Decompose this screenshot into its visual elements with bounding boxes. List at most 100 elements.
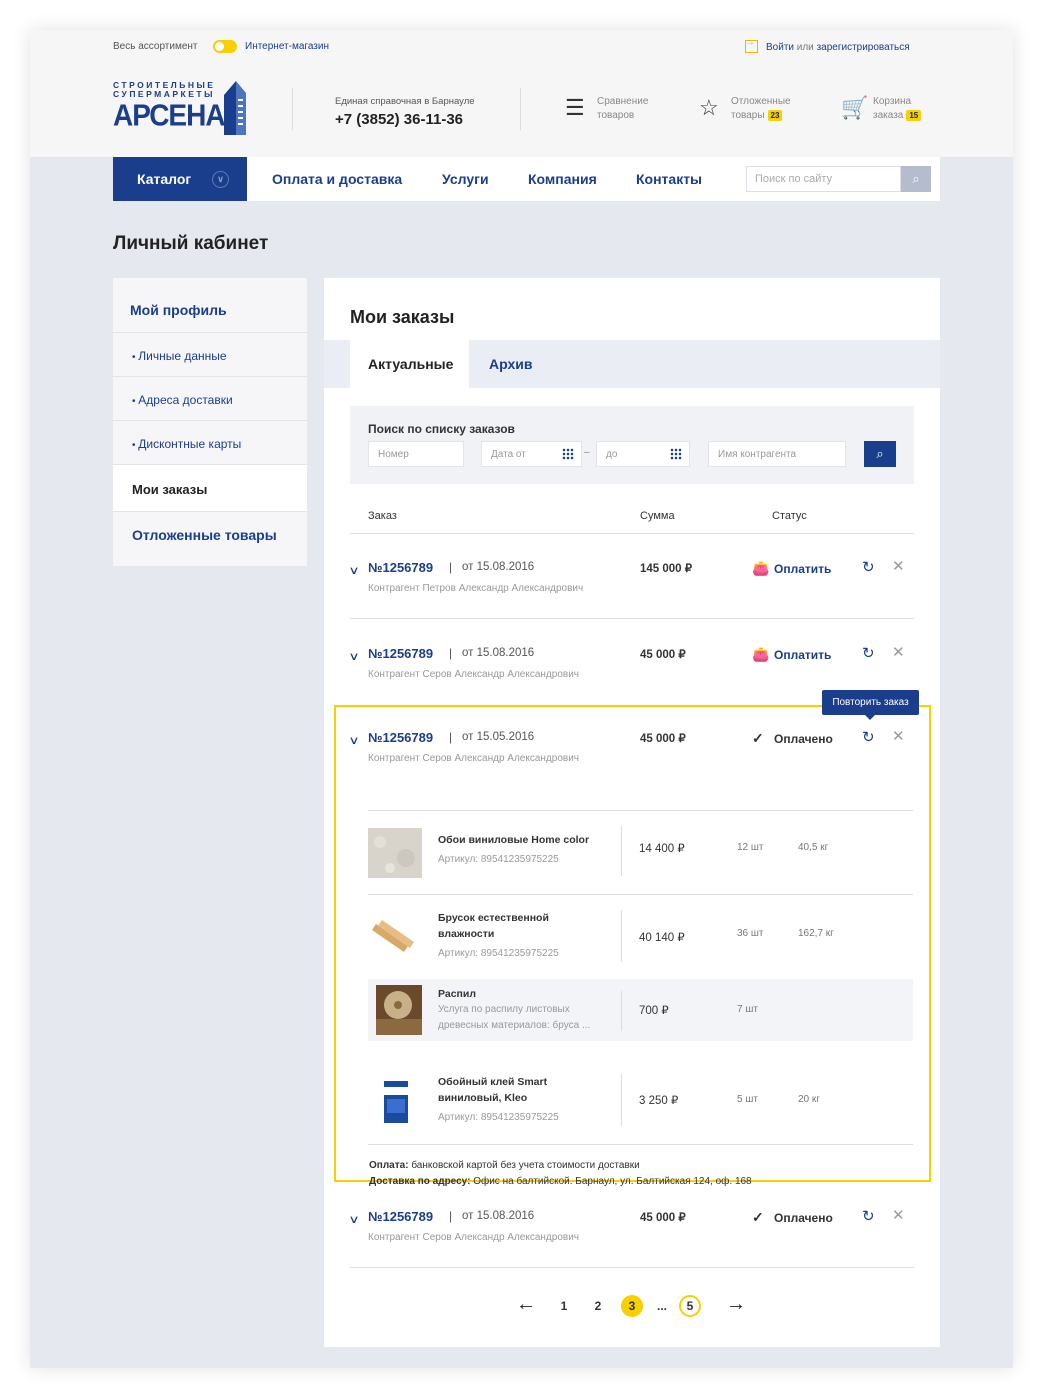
close-icon[interactable]: ✕ [892, 727, 905, 745]
arrow-left-icon[interactable]: ← [516, 1293, 536, 1316]
divider [621, 1074, 622, 1126]
repeat-icon[interactable]: ↻ [862, 644, 875, 662]
page-ellipsis: ... [656, 1299, 667, 1313]
order-sum: 45 000 ₽ [640, 1212, 686, 1224]
login-link[interactable]: Войти [766, 42, 794, 53]
page-link-2[interactable]: 2 [587, 1295, 609, 1317]
order-sum: 45 000 ₽ [640, 649, 686, 661]
counterparty-input[interactable]: Имя контрагента [708, 441, 846, 467]
catalog-button[interactable]: Каталог ∨ [113, 157, 247, 201]
order-date: от 15.08.2016 [462, 561, 535, 573]
date-from-input[interactable]: Дата от [481, 441, 582, 467]
compare-link[interactable]: ☰ Сравнение товаров [565, 95, 648, 123]
date-from-placeholder: Дата от [491, 449, 526, 460]
star-icon: ☆ [699, 95, 719, 120]
column-sum: Сумма [640, 510, 675, 522]
order-counterparty: Контрагент Петров Александр Александрови… [368, 583, 584, 594]
tab-current[interactable]: Актуальные [350, 340, 469, 388]
orders-panel: Мои заказы Актуальные Архив Поиск по спи… [324, 278, 940, 1347]
chevron-down-icon[interactable]: ∨ [348, 734, 359, 747]
assortment-toggle[interactable] [213, 40, 237, 53]
chevron-down-icon[interactable]: ∨ [348, 650, 359, 663]
pay-button[interactable]: 👛 Оплатить [752, 646, 831, 663]
page-link-1[interactable]: 1 [553, 1295, 575, 1317]
divider [520, 88, 521, 130]
order-number-input[interactable]: Номер [368, 441, 464, 467]
date-to-input[interactable]: до [596, 441, 690, 467]
close-icon[interactable]: ✕ [892, 557, 905, 575]
order-counterparty: Контрагент Серов Александр Александрович [368, 753, 579, 764]
sidebar-item-discount-cards[interactable]: Дисконтные карты [113, 421, 307, 465]
arrow-right-icon[interactable]: → [726, 1293, 746, 1316]
paid-status: ✓ Оплачено [752, 730, 833, 747]
compare-label-2: товаров [597, 110, 635, 121]
header: СТРОИТЕЛЬНЫЕ СУПЕРМАРКЕТЫ АРСЕНАЛ Единая… [30, 64, 1013, 157]
nav-link-company[interactable]: Компания [528, 171, 597, 187]
sidebar-item-orders[interactable]: Мои заказы [113, 465, 307, 512]
order-number[interactable]: №1256789 [368, 730, 433, 745]
nav-link-services[interactable]: Услуги [442, 171, 489, 187]
top-bar: Весь ассортимент Интернет-магазин Войти … [30, 30, 1013, 64]
order-separator: | [449, 560, 453, 574]
delivery-value: Офис на балтийской. Барнаул, ул. Балтийс… [473, 1176, 752, 1187]
sidebar-item-profile[interactable]: Мой профиль [113, 278, 307, 333]
divider [368, 1144, 913, 1145]
or-label: или [796, 42, 814, 53]
sidebar-item-postponed[interactable]: Отложенные товары [113, 512, 307, 566]
sidebar: Мой профиль Личные данные Адреса доставк… [113, 278, 307, 566]
order-number[interactable]: №1256789 [368, 646, 433, 661]
phone-label: Единая справочная в Барнауле [335, 96, 475, 107]
product-row: Обойный клей Smart виниловый, Kleo Артик… [368, 1074, 913, 1127]
register-link[interactable]: зарегистрироваться [817, 42, 910, 53]
sidebar-item-personal-data[interactable]: Личные данные [113, 333, 307, 377]
repeat-icon[interactable]: ↻ [862, 558, 875, 576]
calendar-icon[interactable] [562, 448, 574, 460]
order-number[interactable]: №1256789 [368, 1209, 433, 1224]
payment-value: банковской картой без учета стоимости до… [411, 1160, 640, 1171]
sidebar-item-addresses[interactable]: Адреса доставки [113, 377, 307, 421]
close-icon[interactable]: ✕ [892, 643, 905, 661]
search-button[interactable]: ⌕ [901, 166, 931, 192]
chevron-down-icon: ∨ [212, 171, 229, 188]
page-link-current[interactable]: 3 [621, 1295, 643, 1317]
product-sku: Артикул: 89541235975225 [438, 948, 559, 959]
chevron-down-icon[interactable]: ∨ [348, 564, 359, 577]
divider [621, 991, 622, 1031]
nav-link-payment[interactable]: Оплата и доставка [272, 171, 402, 187]
date-range-dash: – [584, 447, 590, 458]
repeat-icon[interactable]: ↻ [862, 728, 875, 746]
product-name[interactable]: Распил [438, 986, 608, 1002]
nav-link-contacts[interactable]: Контакты [636, 171, 702, 187]
orders-table-header: Заказ Сумма Статус [350, 510, 914, 534]
product-weight: 40,5 кг [798, 842, 829, 853]
product-price: 40 140 ₽ [639, 932, 685, 944]
wallet-icon: 👛 [752, 560, 770, 576]
repeat-icon[interactable]: ↻ [862, 1207, 875, 1225]
pay-label: Оплатить [774, 648, 832, 662]
product-weight: 162,7 кг [798, 928, 834, 939]
divider [350, 1267, 914, 1268]
saw-image [376, 985, 422, 1035]
product-qty: 5 шт [737, 1094, 758, 1105]
close-icon[interactable]: ✕ [892, 1206, 905, 1224]
pay-button[interactable]: 👛 Оплатить [752, 560, 831, 577]
order-number[interactable]: №1256789 [368, 560, 433, 575]
cart-link[interactable]: 🛒 Корзина заказа 15 [841, 95, 922, 123]
check-circle-icon: ✓ [752, 1209, 764, 1225]
product-name[interactable]: Обойный клей Smart виниловый, Kleo [438, 1074, 608, 1106]
phone-number[interactable]: +7 (3852) 36-11-36 [335, 111, 475, 128]
tab-archive[interactable]: Архив [489, 356, 532, 372]
order-counterparty: Контрагент Серов Александр Александрович [368, 669, 579, 680]
site-search-input[interactable]: Поиск по сайту [746, 166, 901, 192]
postponed-link[interactable]: ☆ Отложенные товары 23 [699, 95, 791, 123]
product-name[interactable]: Обои виниловые Home color [438, 832, 608, 848]
product-name[interactable]: Брусок естественной влажности [438, 910, 608, 942]
paid-status: ✓ Оплачено [752, 1209, 833, 1226]
product-sku: Артикул: 89541235975225 [438, 854, 559, 865]
page-link-5[interactable]: 5 [679, 1295, 701, 1317]
calendar-icon[interactable] [670, 448, 682, 460]
chevron-down-icon[interactable]: ∨ [348, 1213, 359, 1226]
logo[interactable]: СТРОИТЕЛЬНЫЕ СУПЕРМАРКЕТЫ АРСЕНАЛ [113, 81, 253, 137]
filter-search-button[interactable]: ⌕ [864, 441, 896, 467]
check-circle-icon: ✓ [752, 730, 764, 746]
